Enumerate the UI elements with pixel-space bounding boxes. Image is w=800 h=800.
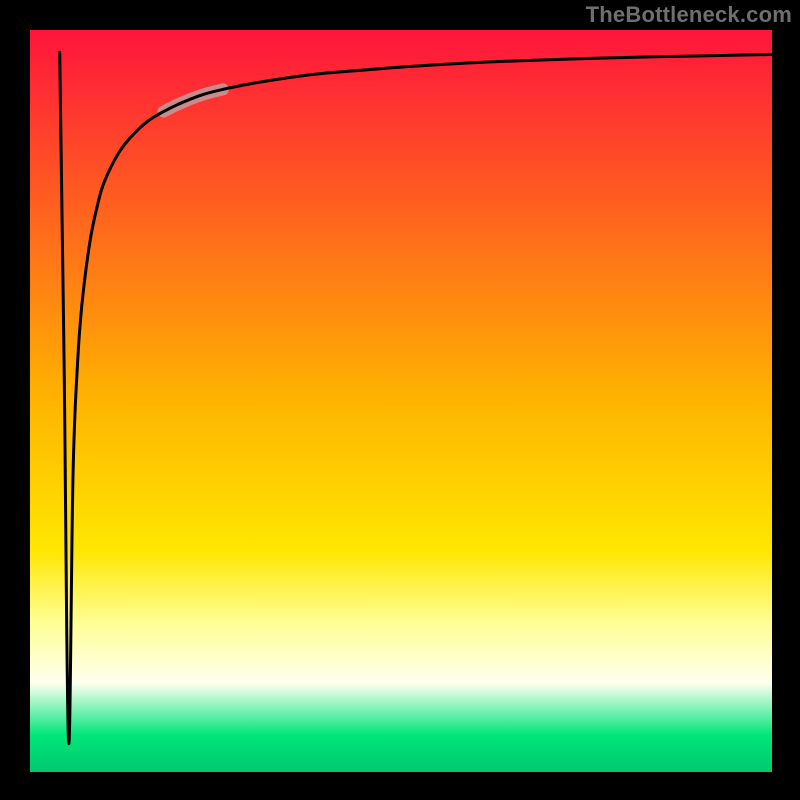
bottleneck-chart <box>0 0 800 800</box>
plot-background <box>30 30 772 772</box>
watermark-text: TheBottleneck.com <box>586 2 792 28</box>
chart-stage: TheBottleneck.com <box>0 0 800 800</box>
